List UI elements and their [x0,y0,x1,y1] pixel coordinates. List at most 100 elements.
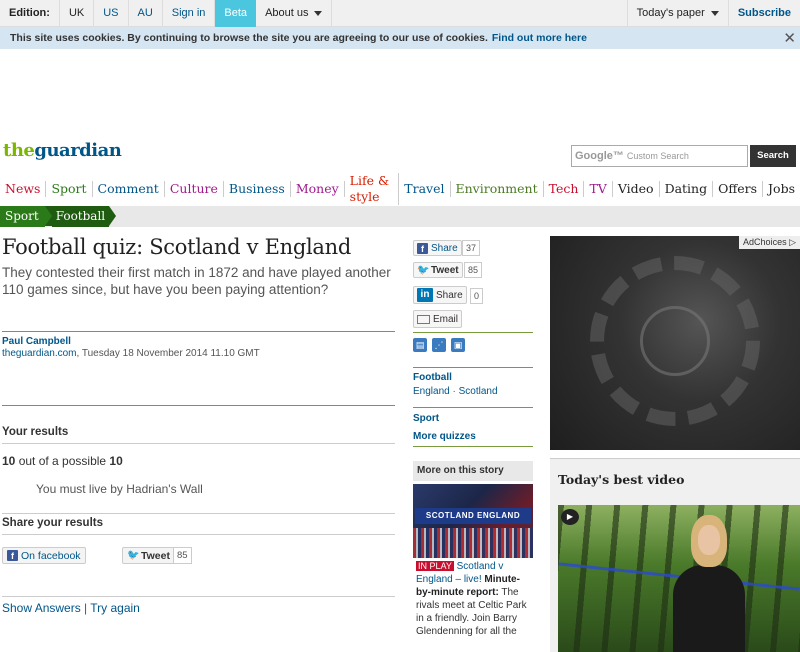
facebook-share-button[interactable]: f Share [413,240,462,256]
share-facebook-label: On facebook [21,549,81,562]
divider [413,407,533,408]
nav-item-culture[interactable]: Culture [165,181,224,197]
search-input[interactable]: Google™ Custom Search [571,145,748,167]
clip-icon[interactable]: ▣ [451,338,465,352]
story-image-banner: SCOTLAND ENGLAND [415,508,531,524]
video-person [673,515,745,652]
todays-paper-label: Today's paper [636,6,705,19]
more-quizzes-link[interactable]: More quizzes [413,431,476,442]
nav-item-life-style[interactable]: Life & style [345,173,400,205]
tag-separator: · [449,386,459,397]
related-england-link[interactable]: England [413,386,450,397]
nav-item-video[interactable]: Video [613,181,660,197]
edition-uk[interactable]: UK [60,0,95,27]
tweet-label: Tweet [431,264,459,276]
linkedin-share-label: Share [436,289,463,301]
sign-in-link[interactable]: Sign in [163,0,216,27]
nav-item-jobs[interactable]: Jobs [763,181,800,197]
email-button[interactable]: Email [413,310,463,328]
adchoices-link[interactable]: AdChoices ▷ [739,236,800,249]
search-placeholder: Custom Search [626,151,689,161]
cookie-message: This site uses cookies. By continuing to… [10,32,488,44]
story-image-crowd [413,528,533,558]
top-bar: Edition: UK US AU Sign in Beta About us … [0,0,800,27]
share-facebook-button[interactable]: f On facebook [2,547,86,564]
quiz-verdict: You must live by Hadrian's Wall [36,482,203,496]
close-icon[interactable]: ✕ [783,29,796,47]
email-label: Email [433,313,459,325]
dateline: theguardian.com, Tuesday 18 November 201… [2,348,260,359]
breadcrumb: Sport Football [0,206,117,227]
breadcrumb-football[interactable]: Football [51,206,110,227]
cookie-find-out-more-link[interactable]: Find out more here [492,32,587,44]
nav-item-dating[interactable]: Dating [660,181,714,197]
standfirst: They contested their first match in 1872… [2,265,391,297]
tweet-share-count: 85 [464,262,483,278]
nav-item-comment[interactable]: Comment [93,181,165,197]
try-again-link[interactable]: Try again [90,601,140,615]
ad-image-eye [640,306,710,376]
print-icon[interactable]: ▤ [413,338,427,352]
more-on-this-story-title: More on this story [413,461,533,481]
score-value: 10 [2,454,16,468]
divider [2,331,395,332]
nav-item-sport[interactable]: Sport [46,181,93,197]
score-mid: out of a possible [15,454,110,468]
divider [2,443,395,444]
logo-guardian: guardian [34,140,122,161]
about-us-menu[interactable]: About us [256,0,333,27]
nav-item-offers[interactable]: Offers [713,181,764,197]
search-button[interactable]: Search [750,145,796,167]
nav-item-travel[interactable]: Travel [399,181,451,197]
divider [413,446,533,447]
related-tags: England · Scotland [413,386,498,397]
video-person-face [698,525,720,555]
facebook-share-count: 37 [462,240,481,256]
about-us-label: About us [265,6,309,19]
beta-link[interactable]: Beta [215,0,257,27]
breadcrumb-bar [0,206,800,227]
share-tweet-label: Tweet [141,549,170,562]
story-image[interactable]: SCOTLAND ENGLAND [413,484,533,558]
subscribe-link[interactable]: Subscribe [729,0,800,27]
share-results-title: Share your results [2,517,103,529]
tweet-button[interactable]: 🐦 Tweet [413,262,463,278]
share-icon[interactable]: ⋰ [432,338,446,352]
guardian-logo[interactable]: theguardian [3,140,122,161]
show-answers-link[interactable]: Show Answers [2,601,81,615]
edition-us[interactable]: US [94,0,129,27]
score-total: 10 [109,454,123,468]
linkedin-share-count: 0 [470,288,484,304]
nav-item-money[interactable]: Money [291,181,345,197]
author-link[interactable]: Paul Campbell [2,336,71,347]
nav-item-environment[interactable]: Environment [451,181,544,197]
facebook-icon: f [7,550,18,561]
advertisement[interactable]: AdChoices ▷ [550,236,800,450]
related-scotland-link[interactable]: Scotland [459,386,498,397]
breadcrumb-sport[interactable]: Sport [0,206,45,227]
related-sport-link[interactable]: Sport [413,413,439,424]
nav-item-news[interactable]: News [0,181,47,197]
todays-paper-menu[interactable]: Today's paper [626,0,729,27]
nav-item-tech[interactable]: Tech [544,181,585,197]
publish-date: , Tuesday 18 November 2014 11.10 GMT [76,348,260,359]
chevron-down-icon [314,10,323,16]
facebook-share-label: Share [431,242,458,254]
breadcrumb-arrow [44,206,52,226]
todays-best-video-title: Today's best video [558,472,685,487]
linkedin-icon: in [417,288,433,302]
source-link[interactable]: theguardian.com [2,348,77,359]
cookie-notice: This site uses cookies. By continuing to… [0,27,800,49]
divider [413,367,533,368]
video-thumbnail[interactable]: ▶ [558,505,800,652]
nav-item-tv[interactable]: TV [584,181,613,197]
related-football-link[interactable]: Football [413,372,452,383]
nav-item-business[interactable]: Business [224,181,291,197]
linkedin-share-button[interactable]: in Share [413,286,467,304]
google-brand: Google™ [575,150,624,162]
breadcrumb-arrow [109,206,117,226]
edition-au[interactable]: AU [129,0,163,27]
twitter-icon: 🐦 [417,264,430,276]
share-tweet-button[interactable]: 🐦 Tweet [122,547,175,564]
story-teaser: IN PLAY Scotland v England – live! Minut… [416,560,532,638]
